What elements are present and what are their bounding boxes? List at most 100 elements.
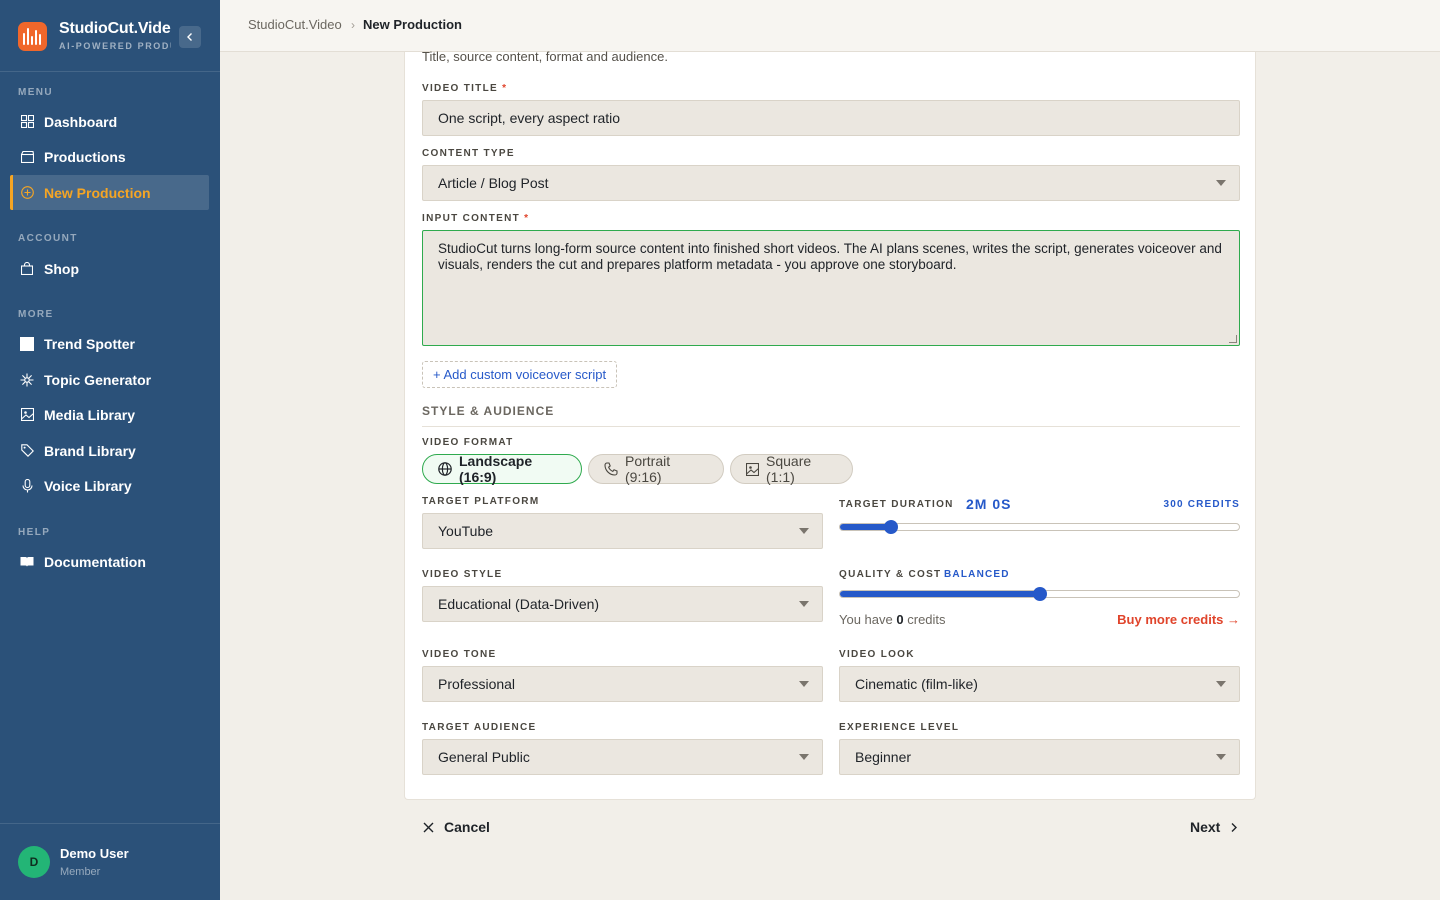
sidebar-item-label: Trend Spotter [44, 335, 136, 352]
production-form-card: Title, source content, format and audien… [404, 49, 1256, 800]
brand-logo-icon [18, 22, 47, 51]
clapperboard-icon [20, 150, 34, 164]
target-duration-label: TARGET DURATION [839, 499, 954, 510]
section-label-account: ACCOUNT [18, 233, 78, 244]
sidebar-item-new-production[interactable]: New Production [10, 175, 209, 210]
credits-balance: You have 0 credits [839, 612, 946, 627]
input-content-label: INPUT CONTENT * [422, 213, 529, 224]
sidebar-item-media-library[interactable]: Media Library [10, 397, 209, 432]
required-marker: * [502, 83, 508, 94]
sidebar-item-topic-generator[interactable]: Topic Generator [10, 362, 209, 397]
video-tone-select[interactable]: Professional [422, 666, 823, 702]
grid-icon [20, 115, 34, 129]
sidebar-item-dashboard[interactable]: Dashboard [10, 104, 209, 139]
breadcrumb-current: New Production [363, 17, 462, 32]
video-look-select[interactable]: Cinematic (film-like) [839, 666, 1240, 702]
sidebar-item-label: Shop [44, 260, 79, 277]
target-audience-value: General Public [438, 749, 530, 765]
topbar: StudioCut.Video › New Production [220, 0, 1440, 52]
microphone-icon [20, 478, 34, 493]
credits-count: 0 [896, 612, 904, 627]
brand-header: StudioCut.Video AI-POWERED PRODUCTION [0, 0, 220, 72]
target-platform-value: YouTube [438, 523, 494, 539]
sidebar-item-trend-spotter[interactable]: Trend Spotter [10, 326, 209, 361]
avatar: D [18, 846, 50, 878]
collapse-sidebar-button[interactable] [179, 26, 201, 48]
sidebar-item-documentation[interactable]: Documentation [10, 544, 209, 579]
quality-cost-label: QUALITY & COST [839, 569, 942, 580]
sidebar-item-shop[interactable]: Shop [10, 251, 209, 286]
form-intro: Title, source content, format and audien… [422, 49, 668, 64]
sidebar-item-brand-library[interactable]: Brand Library [10, 433, 209, 468]
next-label: Next [1190, 819, 1221, 835]
trend-square-icon [20, 336, 34, 351]
user-name: Demo User [60, 846, 129, 861]
target-duration-slider-thumb[interactable] [884, 520, 899, 534]
user-profile[interactable]: D Demo User Member [0, 823, 220, 900]
video-title-label-text: VIDEO TITLE [422, 83, 498, 94]
breadcrumb-separator: › [351, 18, 355, 32]
section-divider [422, 426, 1240, 427]
input-content-text: StudioCut turns long-form source content… [438, 241, 1222, 272]
chevron-right-icon [1231, 822, 1238, 832]
sidebar-item-productions[interactable]: Productions [10, 139, 209, 174]
video-tone-label: VIDEO TONE [422, 649, 497, 660]
input-content-label-text: INPUT CONTENT [422, 213, 521, 224]
quality-cost-slider-thumb[interactable] [1032, 587, 1047, 601]
video-title-input[interactable]: One script, every aspect ratio [422, 100, 1240, 136]
globe-icon [438, 462, 452, 476]
section-label-menu: MENU [18, 87, 54, 98]
sidebar-item-label: Topic Generator [44, 371, 152, 388]
target-audience-select[interactable]: General Public [422, 739, 823, 775]
experience-level-select[interactable]: Beginner [839, 739, 1240, 775]
experience-level-label: EXPERIENCE LEVEL [839, 722, 960, 733]
chevron-down-icon [799, 681, 809, 687]
quality-level-badge: BALANCED [944, 569, 1010, 580]
tag-icon [20, 444, 34, 458]
sidebar-item-label: New Production [44, 184, 151, 201]
add-voiceover-script-button[interactable]: + Add custom voiceover script [422, 361, 618, 388]
chevron-left-icon [187, 33, 192, 41]
format-landscape-button[interactable]: Landscape (16:9) [422, 453, 582, 485]
target-audience-label: TARGET AUDIENCE [422, 722, 537, 733]
buy-credits-link[interactable]: Buy more credits → [1105, 612, 1240, 627]
image-icon [20, 408, 34, 422]
style-audience-heading: STYLE & AUDIENCE [422, 404, 555, 418]
quality-cost-slider-fill [840, 591, 1040, 597]
sidebar-item-voice-library[interactable]: Voice Library [10, 468, 209, 503]
format-portrait-button[interactable]: Portrait (9:16) [588, 453, 724, 485]
credits-suffix: credits [907, 612, 946, 627]
resize-handle-icon[interactable] [1229, 335, 1237, 343]
close-icon [423, 822, 434, 832]
video-style-select[interactable]: Educational (Data-Driven) [422, 586, 823, 622]
chevron-down-icon [799, 601, 809, 607]
target-duration-slider-track[interactable] [839, 523, 1240, 531]
brand-title: StudioCut.Video [59, 20, 171, 37]
video-look-label: VIDEO LOOK [839, 649, 915, 660]
section-label-more: MORE [18, 309, 54, 320]
chevron-down-icon [1216, 681, 1226, 687]
breadcrumb-root[interactable]: StudioCut.Video [248, 17, 342, 32]
sidebar-item-label: Brand Library [44, 442, 136, 459]
target-platform-select[interactable]: YouTube [422, 513, 823, 549]
next-button[interactable]: Next [1190, 819, 1239, 835]
format-landscape-label: Landscape (16:9) [459, 453, 533, 485]
content-type-value: Article / Blog Post [438, 175, 549, 191]
format-portrait-label: Portrait (9:16) [625, 453, 671, 485]
video-title-label: VIDEO TITLE * [422, 83, 507, 94]
content-type-select[interactable]: Article / Blog Post [422, 165, 1240, 201]
video-look-value: Cinematic (film-like) [855, 676, 978, 692]
input-content-textarea[interactable]: StudioCut turns long-form source content… [422, 230, 1240, 346]
video-style-label: VIDEO STYLE [422, 569, 503, 580]
video-format-label: VIDEO FORMAT [422, 437, 514, 448]
target-platform-label: TARGET PLATFORM [422, 496, 540, 507]
cancel-button[interactable]: Cancel [423, 819, 490, 835]
video-tone-value: Professional [438, 676, 516, 692]
cancel-label: Cancel [444, 819, 490, 835]
format-square-button[interactable]: Square (1:1) [730, 453, 853, 485]
chevron-down-icon [799, 528, 809, 534]
duration-credits: 300 CREDITS [1163, 499, 1240, 510]
section-label-help: HELP [18, 527, 51, 538]
sidebar-item-label: Documentation [44, 553, 146, 570]
sparkle-icon [20, 373, 34, 387]
